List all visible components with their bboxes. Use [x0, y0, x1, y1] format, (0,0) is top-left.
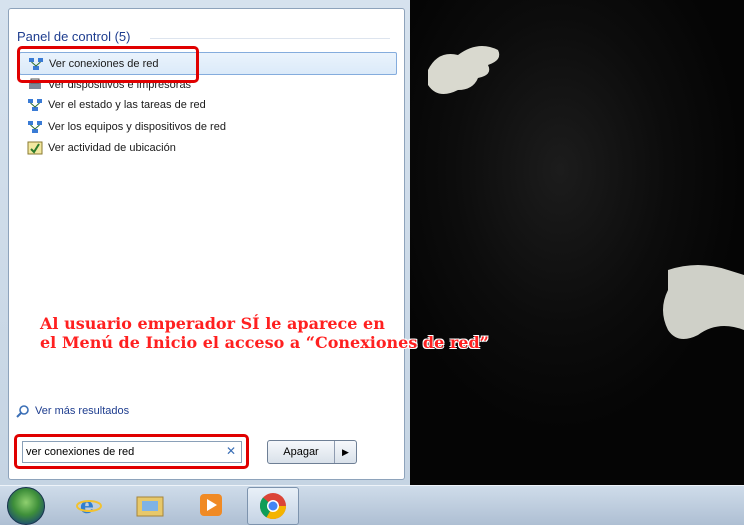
start-orb[interactable] [7, 487, 45, 525]
network-icon [29, 57, 43, 70]
start-menu: Panel de control (5) Ver conexiones de r… [0, 0, 410, 485]
section-title-control-panel: Panel de control (5) [17, 29, 131, 44]
result-item-ver-estado-red[interactable]: Ver el estado y las tareas de red [19, 94, 395, 115]
annotation-line2: el Menú de Inicio el acceso a “Conexione… [40, 333, 489, 352]
result-item-label: Ver dispositivos e impresoras [48, 78, 192, 91]
result-item-label: Ver conexiones de red [49, 57, 159, 70]
network-icon [28, 120, 42, 133]
annotation-text: Al usuario emperador SÍ le aparece en el… [40, 314, 510, 352]
search-input[interactable] [23, 445, 218, 459]
result-item-label: Ver actividad de ubicación [48, 141, 176, 154]
result-item-ver-ubicacion[interactable]: Ver actividad de ubicación [19, 137, 395, 158]
shutdown-options-arrow-icon[interactable]: ▶ [335, 441, 356, 463]
svg-text:e: e [80, 493, 94, 519]
shutdown-button-group: Apagar ▶ [267, 440, 357, 464]
chrome-icon[interactable] [247, 487, 299, 525]
network-icon [28, 98, 42, 111]
result-item-label: Ver los equipos y dispositivos de red [48, 120, 226, 133]
search-box[interactable]: ✕ [22, 441, 242, 463]
annotation-line1: Al usuario emperador SÍ le aparece en [40, 314, 385, 333]
more-results-link[interactable]: Ver más resultados [16, 404, 129, 418]
more-results-label: Ver más resultados [35, 405, 130, 417]
location-icon [27, 141, 43, 154]
clear-search-icon[interactable]: ✕ [226, 444, 236, 458]
windows-explorer-icon[interactable] [125, 487, 175, 523]
media-player-icon[interactable] [186, 487, 236, 523]
wallpaper-hand [428, 46, 500, 94]
internet-explorer-icon[interactable]: e [64, 487, 114, 523]
section-divider [150, 38, 390, 39]
result-item-ver-dispositivos[interactable]: Ver dispositivos e impresoras [19, 74, 395, 95]
result-item-ver-equipos[interactable]: Ver los equipos y dispositivos de red [19, 116, 395, 137]
search-icon [16, 405, 29, 418]
wallpaper-hand [663, 265, 744, 339]
result-item-ver-conexiones[interactable]: Ver conexiones de red [19, 52, 397, 75]
result-item-label: Ver el estado y las tareas de red [48, 98, 206, 111]
shutdown-button[interactable]: Apagar [268, 441, 335, 463]
devices-printers-icon [29, 78, 41, 89]
